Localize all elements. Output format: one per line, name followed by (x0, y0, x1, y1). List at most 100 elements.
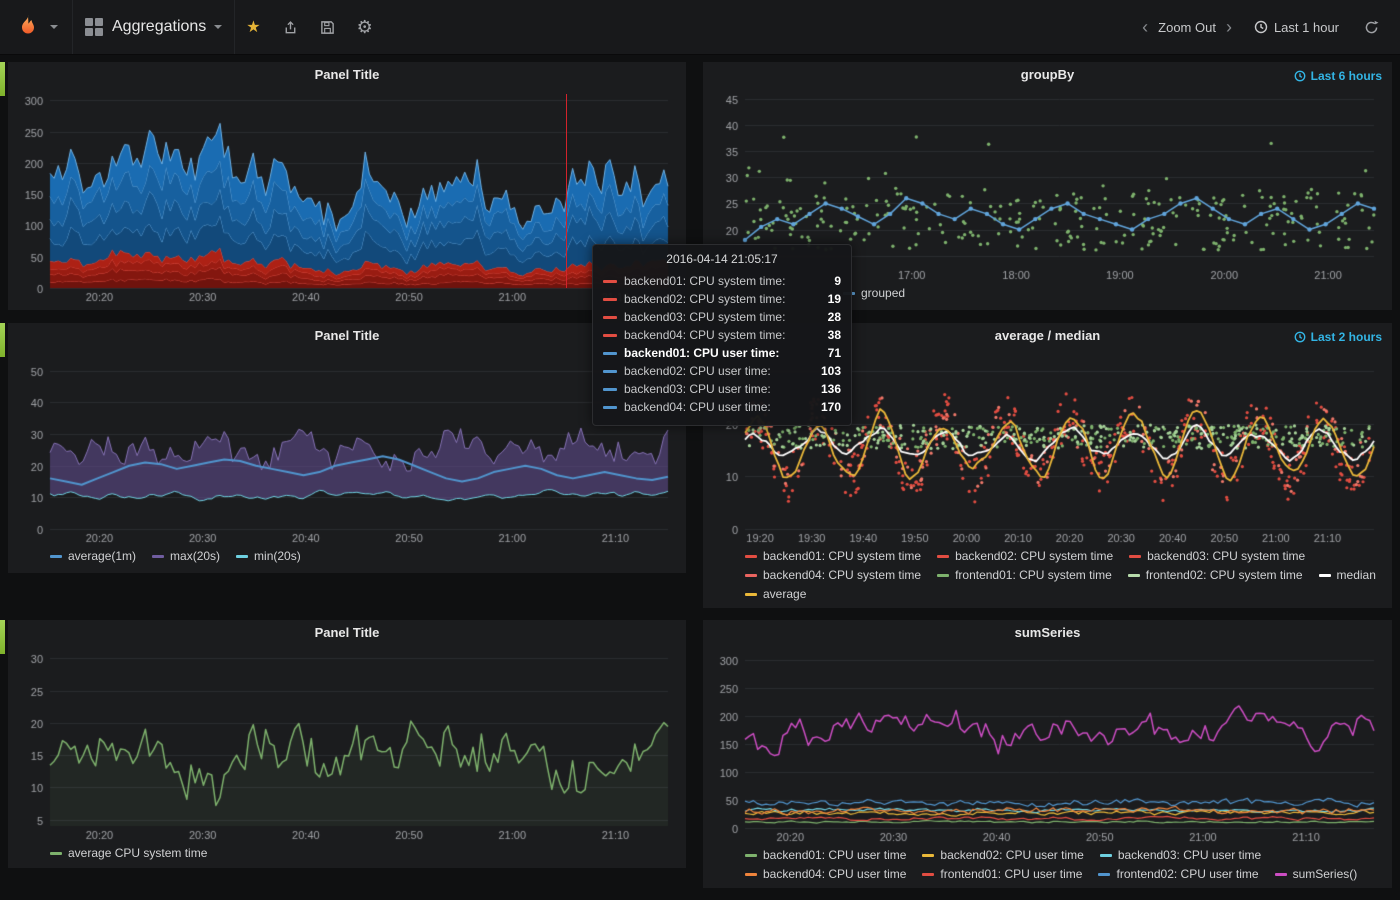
row-handle[interactable] (0, 323, 5, 357)
legend-item[interactable]: backend02: CPU system time (937, 547, 1113, 566)
panel-title[interactable]: Panel Title (8, 62, 686, 88)
dashboard-grid-icon (85, 18, 103, 36)
clock-icon (1294, 70, 1306, 82)
legend-item[interactable]: frontend01: CPU system time (937, 566, 1112, 585)
legend-item[interactable]: max(20s) (152, 547, 220, 566)
legend-label: sumSeries() (1293, 865, 1358, 884)
legend-item[interactable]: min(20s) (236, 547, 301, 566)
legend-item[interactable]: backend03: CPU system time (1129, 547, 1305, 566)
legend-item[interactable]: backend02: CPU user time (922, 846, 1083, 865)
series-color-icon (603, 406, 617, 409)
time-back-button[interactable]: ‹ (1134, 0, 1156, 54)
tooltip-series-value: 170 (821, 400, 841, 414)
legend-item[interactable]: median (1319, 566, 1376, 585)
series-color-icon (603, 280, 617, 283)
series-color-icon (922, 854, 934, 857)
row-handle[interactable] (0, 620, 5, 654)
legend-item[interactable]: frontend02: CPU user time (1098, 865, 1258, 884)
tooltip-series-row: backend02: CPU system time:19 (603, 290, 841, 308)
legend-item[interactable]: grouped (843, 284, 905, 303)
legend-item[interactable]: average(1m) (50, 547, 136, 566)
legend-label: average CPU system time (68, 844, 207, 863)
series-color-icon (603, 298, 617, 301)
series-color-icon (1129, 555, 1141, 558)
series-color-icon (50, 555, 62, 558)
series-color-icon (745, 854, 757, 857)
tooltip-series-label: backend01: CPU user time: (624, 346, 820, 360)
panel-top-left: Panel Title (8, 62, 686, 310)
legend-label: median (1337, 566, 1376, 585)
panel-title[interactable]: Panel Title (8, 323, 686, 349)
legend-item[interactable]: backend01: CPU system time (745, 547, 921, 566)
legend-label: backend02: CPU system time (955, 547, 1113, 566)
tooltip-series-value: 28 (828, 310, 841, 324)
chart-canvas[interactable] (16, 349, 678, 545)
share-button[interactable] (272, 0, 309, 54)
series-color-icon (1098, 873, 1110, 876)
series-color-icon (152, 555, 164, 558)
series-color-icon (1275, 873, 1287, 876)
tooltip-series-label: backend02: CPU system time: (624, 292, 820, 306)
tooltip-series-row: backend04: CPU system time: 38 (603, 326, 841, 344)
legend-item[interactable]: frontend02: CPU system time (1128, 566, 1303, 585)
tooltip-series-row: backend01: CPU system time: 9 (603, 272, 841, 290)
series-color-icon (745, 593, 757, 596)
tooltip-series-value: 136 (821, 382, 841, 396)
panel-legend: backend01: CPU user time backend02: CPU u… (703, 844, 1392, 884)
chart-canvas[interactable] (16, 646, 678, 842)
tooltip-series-label: backend04: CPU user time: (624, 400, 813, 414)
refresh-button[interactable] (1353, 0, 1390, 54)
series-color-icon (603, 388, 617, 391)
time-forward-button[interactable]: › (1218, 0, 1240, 54)
row-handle[interactable] (0, 62, 5, 96)
legend-label: backend02: CPU user time (940, 846, 1083, 865)
time-override-badge: Last 6 hours (1294, 69, 1382, 83)
series-color-icon (1319, 574, 1331, 577)
panel-title[interactable]: Panel Title (8, 620, 686, 646)
tooltip-series-value: 71 (828, 346, 841, 360)
tooltip-series-label: backend01: CPU system time: (624, 274, 826, 288)
legend-item[interactable]: sumSeries() (1275, 865, 1358, 884)
legend-label: min(20s) (254, 547, 301, 566)
legend-item[interactable]: backend04: CPU user time (745, 865, 906, 884)
legend-item[interactable]: average (745, 585, 806, 604)
chart-canvas[interactable] (711, 646, 1384, 844)
panel-title[interactable]: sumSeries (703, 620, 1392, 646)
legend-label: max(20s) (170, 547, 220, 566)
legend-item[interactable]: backend03: CPU user time (1100, 846, 1261, 865)
legend-label: backend03: CPU user time (1118, 846, 1261, 865)
tooltip-series-value: 9 (834, 274, 841, 288)
legend-item[interactable]: backend01: CPU user time (745, 846, 906, 865)
tooltip-series-value: 38 (828, 328, 841, 342)
time-override-badge: Last 2 hours (1294, 330, 1382, 344)
star-button[interactable]: ★ (235, 0, 271, 54)
tooltip-series-row: backend02: CPU user time:103 (603, 362, 841, 380)
series-color-icon (236, 555, 248, 558)
series-color-icon (603, 334, 617, 337)
grafana-menu-button[interactable] (0, 0, 72, 54)
tooltip-series-label: backend03: CPU user time: (624, 382, 813, 396)
time-override-label: Last 2 hours (1311, 330, 1382, 344)
tooltip-series-label: backend04: CPU system time: (624, 328, 820, 342)
legend-item[interactable]: average CPU system time (50, 844, 207, 863)
chart-canvas[interactable] (16, 88, 678, 304)
time-override-label: Last 6 hours (1311, 69, 1382, 83)
refresh-icon (1364, 20, 1379, 35)
caret-down-icon (214, 25, 222, 29)
legend-label: backend03: CPU system time (1147, 547, 1305, 566)
legend-label: backend01: CPU user time (763, 846, 906, 865)
series-color-icon (745, 555, 757, 558)
series-color-icon (603, 316, 617, 319)
legend-item[interactable]: backend04: CPU system time (745, 566, 921, 585)
time-range-button[interactable]: Last 1 hour (1240, 0, 1353, 54)
series-color-icon (603, 370, 617, 373)
zoom-out-button[interactable]: Zoom Out (1156, 20, 1218, 35)
settings-button[interactable]: ⚙ (346, 0, 384, 54)
panel-title[interactable]: groupBy (703, 62, 1392, 88)
dashboard-picker-button[interactable]: Aggregations (73, 0, 234, 54)
save-button[interactable] (309, 0, 346, 54)
legend-item[interactable]: frontend01: CPU user time (922, 865, 1082, 884)
navbar: Aggregations ★ ⚙ ‹ Zoom Out › Last 1 hou… (0, 0, 1400, 55)
clock-icon (1254, 20, 1268, 34)
legend-label: backend01: CPU system time (763, 547, 921, 566)
